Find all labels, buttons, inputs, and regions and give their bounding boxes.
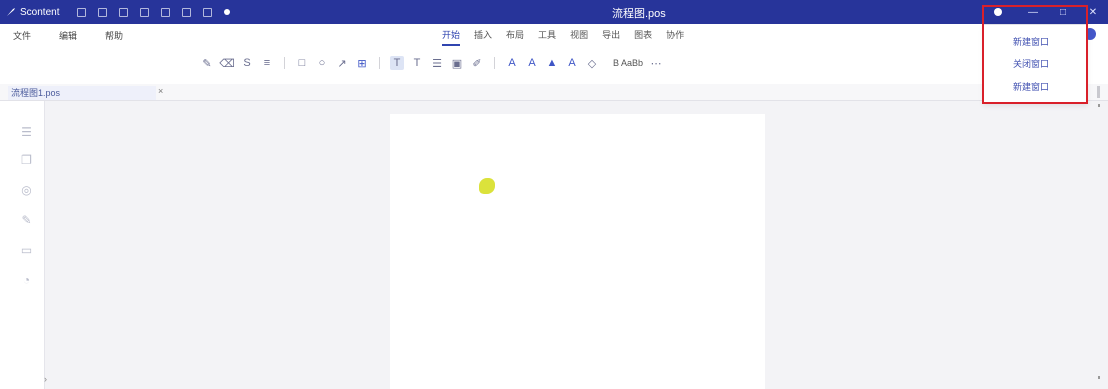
list-icon[interactable]: ☰ <box>430 56 444 70</box>
comment-icon[interactable]: ▭ <box>20 243 33 257</box>
divider <box>494 57 495 69</box>
open-icon[interactable] <box>98 7 108 17</box>
ribbon-toolbar: ✎ ⌫ S ≡ □ ○ ↗ ⊞ T T ☰ ▣ ✐ A A ▲ A ◇ B Aa… <box>0 46 1108 84</box>
canvas-page[interactable] <box>390 114 765 389</box>
tab-scroll-handle[interactable] <box>1097 86 1100 98</box>
divider <box>284 57 285 69</box>
window-title: 流程图.pos <box>612 8 666 20</box>
feather-icon <box>7 8 15 16</box>
undo-icon[interactable] <box>161 7 171 17</box>
tab-insert[interactable]: 插入 <box>474 28 492 46</box>
divider <box>379 57 380 69</box>
document-tab-bar: 流程图1.pos × <box>0 84 1108 101</box>
history-icon[interactable]: ◔ <box>20 273 33 287</box>
circle-icon[interactable]: ○ <box>315 56 329 70</box>
scroll-mark <box>1098 376 1100 379</box>
document-tab[interactable]: 流程图1.pos <box>8 86 156 100</box>
highlight-icon[interactable]: A <box>525 56 539 70</box>
menu-bar: 文件 编辑 帮助 开始 插入 布局 工具 视图 导出 图表 协作 <box>0 24 1108 46</box>
tab-collab[interactable]: 协作 <box>666 28 684 46</box>
align-icon[interactable]: ≡ <box>260 56 274 70</box>
highlight-box <box>982 5 1088 104</box>
rectangle-icon[interactable]: □ <box>295 56 309 70</box>
tab-close-icon[interactable]: × <box>158 86 163 96</box>
new-icon[interactable] <box>77 7 87 17</box>
arrow-icon[interactable]: ↗ <box>335 56 349 70</box>
outline-icon[interactable]: ☰ <box>20 125 33 139</box>
text-icon[interactable]: T <box>410 56 424 70</box>
text-style-button[interactable]: B AaBb <box>613 58 643 68</box>
tab-chart[interactable]: 图表 <box>634 28 652 46</box>
print-icon[interactable] <box>140 7 150 17</box>
menu-help[interactable]: 帮助 <box>105 29 123 42</box>
tab-tools[interactable]: 工具 <box>538 28 556 46</box>
text-box-icon[interactable]: T <box>390 56 404 70</box>
pen-icon[interactable]: ✐ <box>470 56 484 70</box>
redo-icon[interactable] <box>182 7 192 17</box>
line-color-icon[interactable]: A <box>565 56 579 70</box>
fill-icon[interactable]: ▲ <box>545 56 559 70</box>
scroll-mark <box>1098 104 1100 107</box>
tab-start[interactable]: 开始 <box>442 28 461 46</box>
strikethrough-icon[interactable]: S <box>240 56 254 70</box>
vertical-scrollbar[interactable] <box>1094 100 1108 389</box>
save-icon[interactable] <box>119 7 129 17</box>
clear-format-icon[interactable]: ⌫ <box>219 56 235 70</box>
tab-view[interactable]: 视图 <box>570 28 588 46</box>
quick-access-toolbar <box>77 7 231 17</box>
collapse-arrow-icon[interactable]: › <box>44 374 47 384</box>
title-bar: Scontent 流程图.pos — □ ✕ <box>0 0 1108 24</box>
status-dot-icon <box>224 9 231 15</box>
image-icon[interactable]: ▣ <box>450 56 464 70</box>
left-sidebar: ☰ ❐ ◎ ✎ ▭ ◔ <box>0 101 45 389</box>
more-tools-icon[interactable]: ⋯ <box>649 56 663 70</box>
menu-file[interactable]: 文件 <box>13 29 31 42</box>
app-name: Scontent <box>20 6 60 18</box>
more-icon[interactable] <box>203 7 213 17</box>
format-painter-icon[interactable]: ✎ <box>200 56 214 70</box>
tab-layout[interactable]: 布局 <box>506 28 524 46</box>
eraser-icon[interactable]: ◇ <box>585 56 599 70</box>
highlight-cursor-icon <box>479 178 495 194</box>
shapes-icon[interactable]: ◎ <box>20 183 33 197</box>
table-icon[interactable]: ⊞ <box>355 56 369 70</box>
brush-icon[interactable]: ✎ <box>20 213 33 227</box>
menu-edit[interactable]: 编辑 <box>59 29 77 42</box>
font-color-icon[interactable]: A <box>505 56 519 70</box>
tab-export[interactable]: 导出 <box>602 28 620 46</box>
app-logo[interactable]: Scontent <box>6 7 59 18</box>
pages-icon[interactable]: ❐ <box>20 153 33 167</box>
ribbon-tabs: 开始 插入 布局 工具 视图 导出 图表 协作 <box>442 28 684 46</box>
